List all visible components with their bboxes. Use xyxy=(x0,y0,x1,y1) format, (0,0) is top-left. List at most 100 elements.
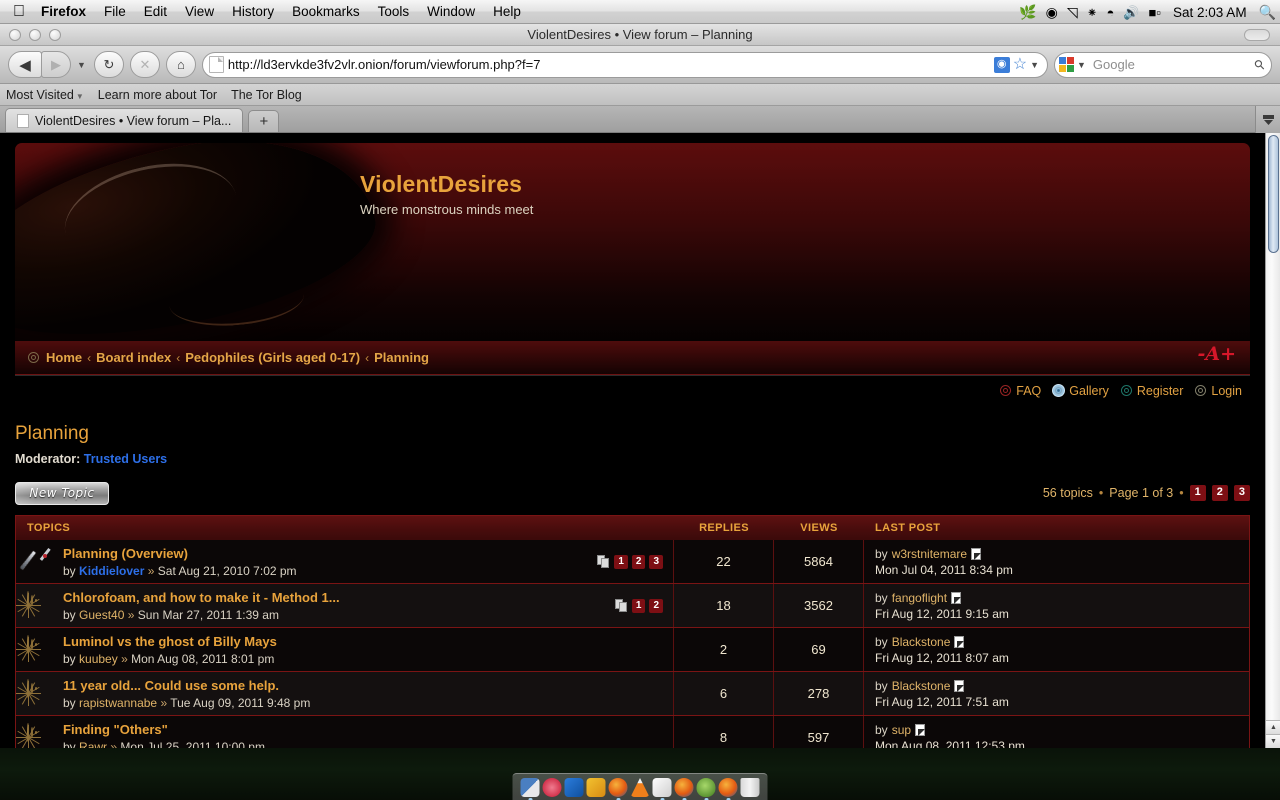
google-icon[interactable] xyxy=(1058,56,1075,73)
finder-icon[interactable] xyxy=(520,778,540,800)
menu-history[interactable]: History xyxy=(223,0,283,24)
time-machine-icon[interactable]: ◹ xyxy=(1067,5,1078,19)
battery-icon[interactable]: ■▫ xyxy=(1149,6,1161,19)
tor-onion-icon[interactable]: 🌿 xyxy=(1019,5,1036,19)
chevron-down-icon[interactable]: ▼ xyxy=(76,92,84,101)
tab-list-icon[interactable] xyxy=(1255,106,1280,133)
topic-page-link-2[interactable]: 2 xyxy=(649,598,663,613)
bluetooth-icon[interactable]: ⁕ xyxy=(1087,6,1098,19)
bookmark-learn-tor[interactable]: Learn more about Tor xyxy=(98,88,217,102)
page-scrollbar-vertical[interactable]: ▲ ▼ xyxy=(1265,133,1280,748)
last-post-author-link[interactable]: sup xyxy=(892,723,911,737)
goto-post-icon[interactable] xyxy=(971,547,982,560)
trash-icon[interactable] xyxy=(740,778,760,797)
menu-bookmarks[interactable]: Bookmarks xyxy=(283,0,369,24)
home-button[interactable]: ⌂ xyxy=(165,51,196,78)
wifi-icon[interactable]: ◓ xyxy=(1107,6,1115,19)
navlink-gallery[interactable]: Gallery xyxy=(1052,384,1109,398)
menu-file[interactable]: File xyxy=(95,0,135,24)
topic-author-link[interactable]: Kiddielover xyxy=(79,564,144,578)
reload-button[interactable]: ↻ xyxy=(93,51,124,78)
menu-view[interactable]: View xyxy=(176,0,223,24)
apple-logo-icon[interactable]:  xyxy=(6,3,32,20)
app-disc-icon[interactable]: ◉ xyxy=(1046,5,1058,19)
breadcrumb-current[interactable]: Planning xyxy=(374,350,429,365)
volume-icon[interactable]: 🔊 xyxy=(1123,6,1139,19)
menu-app-name[interactable]: Firefox xyxy=(32,0,95,24)
tab-viewforum[interactable]: ViolentDesires • View forum – Pla... xyxy=(5,108,244,132)
navlink-login[interactable]: Login xyxy=(1194,384,1242,398)
topic-title-link[interactable]: Finding "Others" xyxy=(63,722,665,737)
topic-author-link[interactable]: kuubey xyxy=(79,652,118,666)
menu-tools[interactable]: Tools xyxy=(369,0,419,24)
goto-post-icon[interactable] xyxy=(915,723,926,736)
goto-post-icon[interactable] xyxy=(954,635,965,648)
new-topic-button[interactable]: New Topic xyxy=(15,481,109,505)
rss-icon[interactable]: ◉ xyxy=(993,56,1010,73)
last-post-author-link[interactable]: w3rstnitemare xyxy=(892,547,967,561)
back-button[interactable]: ◀ xyxy=(8,51,42,78)
topic-title-link[interactable]: Luminol vs the ghost of Billy Mays xyxy=(63,634,665,649)
page-link-3[interactable]: 3 xyxy=(1233,485,1250,501)
adium-duck-icon[interactable] xyxy=(564,778,584,797)
column-header-replies[interactable]: REPLIES xyxy=(674,522,774,534)
column-header-views[interactable]: VIEWS xyxy=(774,522,864,534)
new-tab-button[interactable]: + xyxy=(248,110,280,132)
page-link-1[interactable]: 1 xyxy=(1189,485,1206,501)
menubar-clock[interactable]: Sat 2:03 AM xyxy=(1170,5,1250,20)
topic-author-link[interactable]: Rawr xyxy=(79,740,107,749)
firefox-icon[interactable] xyxy=(608,778,628,800)
bookmark-most-visited[interactable]: Most Visited ▼ xyxy=(6,88,84,102)
spotlight-search-icon[interactable]: 🔍 xyxy=(1259,5,1276,19)
url-bar[interactable]: http://ld3ervkde3fv2vlr.onion/forum/view… xyxy=(201,51,1048,78)
last-post-author-link[interactable]: Blackstone xyxy=(892,679,951,693)
search-input[interactable]: Google xyxy=(1088,57,1256,72)
font-size-control[interactable]: -A+ xyxy=(1197,343,1236,365)
breadcrumb-category[interactable]: Pedophiles (Girls aged 0-17) xyxy=(185,350,360,365)
menu-edit[interactable]: Edit xyxy=(135,0,176,24)
document-app-icon[interactable] xyxy=(652,778,672,800)
menu-help[interactable]: Help xyxy=(484,0,530,24)
adium-runner-icon[interactable] xyxy=(586,778,606,797)
cs-app-icon[interactable] xyxy=(542,778,562,797)
topic-page-link-2[interactable]: 2 xyxy=(631,554,646,569)
topic-author-link[interactable]: rapistwannabe xyxy=(79,696,157,710)
scrollbar-thumb[interactable] xyxy=(1268,135,1279,253)
toolbar-toggle-button[interactable] xyxy=(1244,29,1270,41)
goto-post-icon[interactable] xyxy=(951,591,962,604)
menu-window[interactable]: Window xyxy=(418,0,484,24)
last-post-author-link[interactable]: fangoflight xyxy=(892,591,947,605)
scroll-down-button[interactable]: ▼ xyxy=(1266,734,1280,748)
site-title[interactable]: ViolentDesires xyxy=(360,171,533,198)
firefox-icon-2[interactable] xyxy=(674,778,694,800)
last-post-author-link[interactable]: Blackstone xyxy=(892,635,951,649)
scroll-up-button[interactable]: ▲ xyxy=(1266,720,1280,734)
navlink-faq[interactable]: FAQ xyxy=(999,384,1041,398)
column-header-last-post[interactable]: LAST POST xyxy=(864,522,1249,534)
page-link-2[interactable]: 2 xyxy=(1211,485,1228,501)
search-engine-chevron-icon[interactable]: ▼ xyxy=(1077,60,1086,70)
breadcrumb-home[interactable]: Home xyxy=(46,350,82,365)
stop-button[interactable]: ✕ xyxy=(129,51,160,78)
topic-author-link[interactable]: Guest40 xyxy=(79,608,124,622)
moderator-link[interactable]: Trusted Users xyxy=(84,452,167,466)
tor-onion-icon[interactable] xyxy=(696,778,716,800)
topic-title-link[interactable]: Chlorofoam, and how to make it - Method … xyxy=(63,590,598,605)
forward-button[interactable]: ▶ xyxy=(41,51,71,78)
topic-page-link-1[interactable]: 1 xyxy=(631,598,646,613)
url-text[interactable]: http://ld3ervkde3fv2vlr.onion/forum/view… xyxy=(228,57,994,72)
topic-title-link[interactable]: 11 year old... Could use some help. xyxy=(63,678,665,693)
column-header-topics[interactable]: TOPICS xyxy=(16,522,674,534)
vlc-icon[interactable] xyxy=(630,778,650,797)
navlink-register[interactable]: Register xyxy=(1120,384,1183,398)
bookmark-tor-blog[interactable]: The Tor Blog xyxy=(231,88,302,102)
search-bar[interactable]: ▼ Google ⚲ xyxy=(1054,51,1272,78)
goto-post-icon[interactable] xyxy=(954,679,965,692)
history-dropdown-icon[interactable]: ▼ xyxy=(77,60,86,70)
chevron-down-icon[interactable]: ▼ xyxy=(1030,60,1039,70)
topic-page-link-1[interactable]: 1 xyxy=(614,554,628,569)
star-icon[interactable]: ☆ xyxy=(1013,56,1027,73)
topic-title-link[interactable]: Planning (Overview) xyxy=(63,546,580,561)
topic-page-link-3[interactable]: 3 xyxy=(649,554,663,569)
firefox-icon-3[interactable] xyxy=(718,778,738,800)
